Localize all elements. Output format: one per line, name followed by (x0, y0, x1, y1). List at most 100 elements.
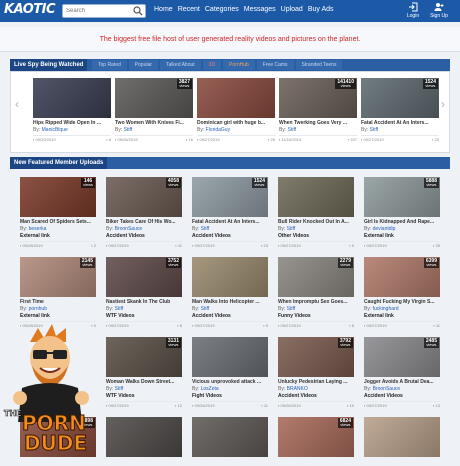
video-thumbnail[interactable] (192, 417, 268, 457)
video-thumbnail[interactable] (192, 337, 268, 377)
video-thumbnail[interactable] (197, 78, 275, 118)
video-card[interactable]: 6824 views (278, 417, 354, 457)
video-title[interactable]: First Time (20, 299, 96, 305)
uploader-link[interactable]: Stiff (201, 226, 210, 232)
video-card[interactable] (106, 417, 182, 457)
video-thumbnail[interactable]: 2485 views (364, 337, 440, 377)
video-thumbnail[interactable]: 1524 views (361, 78, 439, 118)
video-card[interactable]: 2279 views When Impromptu Sex Goes... By: S… (278, 257, 354, 328)
uploader-link[interactable]: Stiff (115, 306, 124, 312)
video-card[interactable]: 1524 views Fatal Accident At An Inters... B… (192, 177, 268, 248)
video-category[interactable]: WTF Videos (106, 313, 182, 319)
video-title[interactable]: Nastiest Skank In The Club (106, 299, 182, 305)
video-title[interactable]: Two Women With Knives Fi... (115, 120, 193, 126)
grid-item[interactable]: 3131 views Woman Walks Down Street... By: S… (106, 337, 182, 408)
video-thumbnail[interactable] (192, 257, 268, 297)
video-title[interactable]: Girl Is Kidnapped And Rape... (364, 219, 440, 225)
uploader-link[interactable]: BroonSauce (373, 386, 401, 392)
video-card[interactable]: 3792 views Unlucky Pedestrian Laying ... By… (278, 337, 354, 408)
video-thumbnail[interactable]: 5888 views (364, 177, 440, 217)
nav-recent[interactable]: Recent (178, 6, 200, 13)
nav-home[interactable]: Home (154, 6, 173, 13)
video-title[interactable]: Vicious unprovoked attack ... (192, 379, 268, 385)
spy-item[interactable]: Hips Ripped Wide Open In ... By: ManicBiq… (33, 78, 111, 142)
grid-item[interactable]: 1524 views Fatal Accident At An Inters... B… (192, 177, 268, 248)
video-thumbnail[interactable]: 3752 views (106, 257, 182, 297)
uploader-link[interactable]: Stiff (124, 127, 133, 133)
grid-item[interactable]: 2145 views First Time By: pornhub External l… (20, 257, 96, 328)
video-title[interactable]: Jogger Avoids A Brutal Dea... (364, 379, 440, 385)
video-card[interactable]: 1524 views Fatal Accident At An Inters... B… (361, 78, 439, 142)
uploader-link[interactable]: Stiff (288, 127, 297, 133)
video-card[interactable]: 3827 views Two Women With Knives Fi... By: … (115, 78, 193, 142)
grid-item[interactable]: 146 views Man Scared Of Spiders Sets... By:… (20, 177, 96, 248)
uploader-link[interactable]: BroonSauce (115, 226, 143, 232)
video-title[interactable]: Unlucky Pedestrian Laying ... (278, 379, 354, 385)
video-thumbnail[interactable]: 2279 views (278, 257, 354, 297)
video-title[interactable]: When Impromptu Sex Goes... (278, 299, 354, 305)
tab-pornhub[interactable]: PornHub (223, 60, 255, 70)
video-card[interactable]: Man Walks Into Helicopter ... By: Stiff Ac… (192, 257, 268, 328)
grid-item[interactable] (364, 417, 440, 457)
video-category[interactable]: Accident Videos (106, 233, 182, 239)
video-category[interactable]: Fight Videos (192, 393, 268, 399)
spy-item[interactable]: 141410 views When Twerking Goes Very ... By… (279, 78, 357, 142)
video-thumbnail[interactable]: 3792 views (278, 337, 354, 377)
nav-messages[interactable]: Messages (244, 6, 276, 13)
video-category[interactable]: Accident Videos (192, 233, 268, 239)
uploader-link[interactable]: Stiff (370, 127, 379, 133)
carousel-next-icon[interactable]: › (439, 82, 447, 126)
video-card[interactable]: 4058 views Biker Takes Care Of His Wo... By… (106, 177, 182, 248)
grid-item[interactable]: Vicious unprovoked attack ... By: LosZeta… (192, 337, 268, 408)
uploader-link[interactable]: fuckinghard (373, 306, 399, 312)
video-thumbnail[interactable]: 2145 views (20, 257, 96, 297)
tab-free-cams[interactable]: Free Cams (256, 60, 294, 70)
uploader-link[interactable]: FloridaGuy (206, 127, 230, 133)
video-card[interactable]: 146 views Man Scared Of Spiders Sets... By:… (20, 177, 96, 248)
uploader-link[interactable]: Stiff (115, 386, 124, 392)
grid-item[interactable]: 2279 views When Impromptu Sex Goes... By: S… (278, 257, 354, 328)
grid-item[interactable] (106, 417, 182, 457)
video-category[interactable]: Accident Videos (364, 393, 440, 399)
grid-item[interactable]: 3752 views Nastiest Skank In The Club By: S… (106, 257, 182, 328)
video-thumbnail[interactable]: 3131 views (106, 337, 182, 377)
video-card[interactable]: 5888 views Girl Is Kidnapped And Rape... By… (364, 177, 440, 248)
nav-upload[interactable]: Upload (281, 6, 303, 13)
video-card[interactable]: 141410 views When Twerking Goes Very ... By… (279, 78, 357, 142)
video-thumbnail[interactable] (106, 417, 182, 457)
video-category[interactable]: Accident Videos (192, 313, 268, 319)
video-card[interactable]: Dominican girl with huge b... By: Florida… (197, 78, 275, 142)
video-thumbnail[interactable] (364, 417, 440, 457)
tab-popular[interactable]: Popular (128, 60, 159, 70)
spy-item[interactable]: Dominican girl with huge b... By: Florida… (197, 78, 275, 142)
grid-item[interactable]: Bull Rider Knocked Out In A... By: Stiff O… (278, 177, 354, 248)
spy-item[interactable]: 1524 views Fatal Accident At An Inters... B… (361, 78, 439, 142)
video-category[interactable]: Accident Videos (278, 393, 354, 399)
grid-item[interactable]: 6824 views (278, 417, 354, 457)
video-title[interactable]: Fatal Accident At An Inters... (192, 219, 268, 225)
site-logo[interactable]: KAOTIC (4, 2, 56, 17)
nav-buy-ads[interactable]: Buy Ads (308, 6, 334, 13)
video-title[interactable]: Man Walks Into Helicopter ... (192, 299, 268, 305)
grid-item[interactable]: 6399 views Caught Fucking My Virgin S... By… (364, 257, 440, 328)
uploader-link[interactable]: Stiff (201, 306, 210, 312)
video-category[interactable]: Funny Videos (278, 313, 354, 319)
grid-item[interactable]: 3792 views Unlucky Pedestrian Laying ... By… (278, 337, 354, 408)
video-category[interactable]: External link (20, 233, 96, 239)
video-title[interactable]: Bull Rider Knocked Out In A... (278, 219, 354, 225)
grid-item[interactable]: 5888 views Girl Is Kidnapped And Rape... By… (364, 177, 440, 248)
search-input[interactable] (63, 5, 133, 17)
video-category[interactable]: External link (20, 313, 96, 319)
uploader-link[interactable]: Stiff (287, 226, 296, 232)
signup-button[interactable]: Sign Up (426, 2, 452, 19)
video-card[interactable]: 6399 views Caught Fucking My Virgin S... By… (364, 257, 440, 328)
video-card[interactable]: 3131 views Woman Walks Down Street... By: S… (106, 337, 182, 408)
search-icon[interactable] (133, 6, 143, 16)
video-category[interactable]: External link (364, 313, 440, 319)
uploader-link[interactable]: Stiff (287, 306, 296, 312)
nav-categories[interactable]: Categories (205, 6, 239, 13)
video-title[interactable]: Fatal Accident At An Inters... (361, 120, 439, 126)
tab-stranded-teens[interactable]: Stranded Teens (295, 60, 343, 70)
video-card[interactable]: Vicious unprovoked attack ... By: LosZeta… (192, 337, 268, 408)
tab-3d[interactable]: 3D (202, 60, 222, 70)
